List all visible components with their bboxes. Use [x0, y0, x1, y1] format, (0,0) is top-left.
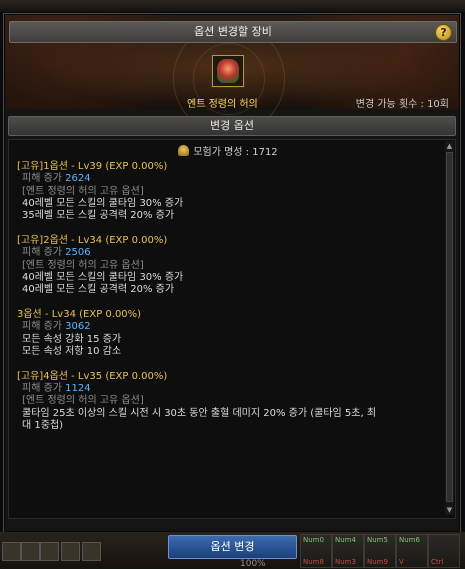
adventurer-fame: 모험가 명성 : 1712: [17, 145, 439, 161]
option-line: 40레벨 모든 스킬 공격력 20% 증가: [22, 284, 175, 296]
panel-title-bar: 옵션 변경할 장비 ?: [9, 21, 457, 43]
option-change-button[interactable]: 옵션 변경: [168, 535, 297, 559]
equipment-header: 옵션 변경할 장비 ? 엔트 정령의 허의 변경 가능 횟수 : 10회: [5, 15, 459, 135]
hotkey-slot[interactable]: Ctrl: [428, 534, 460, 568]
hotkey-slot[interactable]: Num4 Num3: [332, 534, 364, 568]
item-name: 엔트 정령의 허의: [187, 99, 258, 110]
options-scrollbar[interactable]: ▲ ▼: [445, 141, 454, 515]
quick-slot[interactable]: [2, 542, 21, 561]
scroll-thumb[interactable]: [446, 152, 453, 502]
option-line: 쿨타임 25초 이상의 스킬 시전 시 30초 동안 출혈 데미지 20% 증가…: [22, 407, 377, 419]
options-list[interactable]: 모험가 명성 : 1712 [고유]1옵션 - Lv39 (EXP 0.00%)…: [8, 139, 456, 519]
options-content: 모험가 명성 : 1712 [고유]1옵션 - Lv39 (EXP 0.00%)…: [17, 145, 439, 432]
option-line: 대 1중첩): [22, 419, 64, 431]
option-header: [고유]2옵션 - Lv34 (EXP 0.00%): [17, 234, 168, 246]
stat-value: 2624: [65, 173, 91, 185]
option-line: 모든 속성 저항 10 감소: [22, 345, 122, 357]
option-subtitle: [엔트 정령의 허의 고유 옵션]: [22, 395, 144, 407]
option-stat: 피해 증가 2624: [17, 173, 439, 185]
quick-slot[interactable]: [82, 542, 101, 561]
help-icon[interactable]: ?: [435, 24, 452, 41]
item-slot[interactable]: [212, 55, 244, 87]
fame-text: 모험가 명성 : 1712: [193, 147, 278, 158]
hotkey-slot[interactable]: Num5 Num9: [364, 534, 396, 568]
stat-value: 2506: [65, 247, 91, 259]
option-header: [고유]1옵션 - Lv39 (EXP 0.00%): [17, 161, 168, 172]
option-subtitle: [엔트 정령의 허의 고유 옵션]: [22, 185, 144, 197]
hotkey-slot[interactable]: Num6 V: [396, 534, 428, 568]
section-title: 변경 옵션: [8, 116, 456, 136]
option-line: 35레벨 모든 스킬 공격력 20% 증가: [22, 210, 175, 222]
stat-label: 피해 증가: [22, 173, 62, 185]
quick-slot[interactable]: [61, 542, 80, 561]
option-header: 3옵션 - Lv34 (EXP 0.00%): [17, 308, 142, 320]
option-subtitle: [엔트 정령의 허의 고유 옵션]: [22, 259, 144, 271]
option-stat: 피해 증가 1124: [17, 383, 439, 395]
background-window-strip: [0, 0, 465, 12]
option-line: 40레벨 모든 스킬의 쿨타임 30% 증가: [22, 197, 184, 209]
equipment-item-icon: [217, 59, 239, 83]
option-line: 모든 속성 강화 15 증가: [22, 333, 122, 345]
stat-value: 1124: [65, 382, 91, 394]
stat-label: 피해 증가: [22, 247, 62, 259]
scroll-up-icon[interactable]: ▲: [445, 141, 454, 151]
option-stat: 피해 증가 3062: [17, 321, 439, 333]
stat-label: 피해 증가: [22, 382, 62, 394]
option-header: [고유]4옵션 - Lv35 (EXP 0.00%): [17, 370, 168, 382]
hotkey-slot[interactable]: Num0 Num8: [300, 534, 332, 568]
option-line: 40레벨 모든 스킬의 쿨타임 30% 증가: [22, 271, 184, 283]
stat-value: 3062: [65, 321, 91, 333]
bottom-bar: 옵션 변경 100% Num0 Num8 Num4 Num3 Num5 Num9 Nu…: [0, 532, 465, 569]
change-count: 변경 가능 횟수 : 10회: [355, 99, 449, 110]
quick-slot[interactable]: [40, 542, 59, 561]
option-stat: 피해 증가 2506: [17, 247, 439, 259]
scroll-down-icon[interactable]: ▼: [445, 505, 454, 515]
fame-medal-icon: [178, 145, 190, 156]
percent-readout: 100%: [240, 559, 266, 569]
panel-title: 옵션 변경할 장비: [194, 25, 272, 38]
option-change-panel: 옵션 변경할 장비 ? 엔트 정령의 허의 변경 가능 횟수 : 10회 변경 …: [3, 13, 461, 533]
stat-label: 피해 증가: [22, 321, 62, 333]
quick-slot[interactable]: [21, 542, 40, 561]
